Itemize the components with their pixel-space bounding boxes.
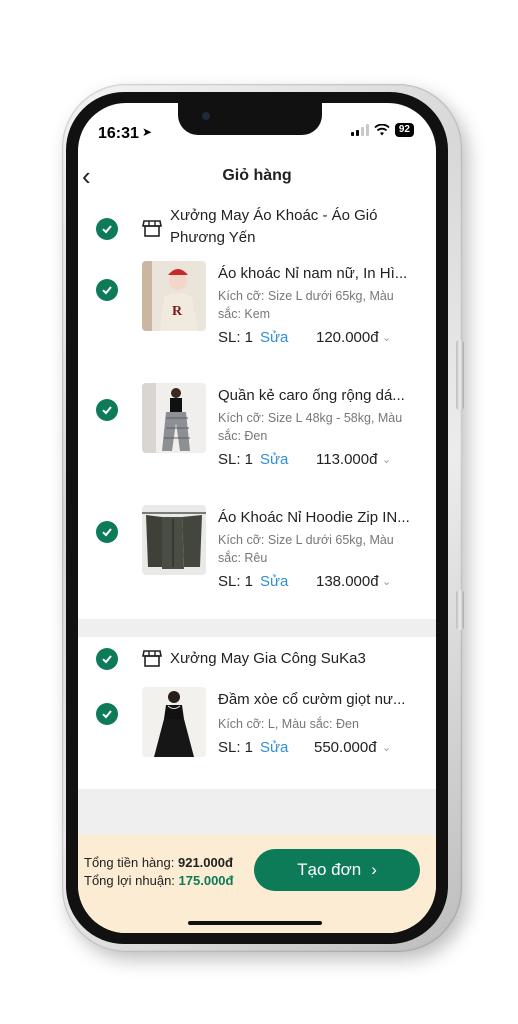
profit-line: Tổng lợi nhuận: 175.000đ: [84, 873, 233, 888]
product-name[interactable]: Áo khoác Nỉ nam nữ, In Hì...: [218, 265, 414, 282]
shop-icon: [142, 650, 162, 667]
status-indicators: 92: [350, 123, 414, 137]
product-attributes: Kích cỡ: Size L 48kg - 58kg, Màu sắc: Đe…: [218, 411, 403, 443]
product-attributes: Kích cỡ: Size L dưới 65kg, Màu sắc: Kem: [218, 289, 394, 321]
product-quantity: SL: 1: [218, 573, 254, 590]
product-name[interactable]: Áo Khoác Nỉ Hoodie Zip IN...: [218, 509, 414, 526]
total-line: Tổng tiền hàng: 921.000đ: [84, 855, 233, 870]
product-price[interactable]: 550.000đ: [314, 739, 377, 756]
notch: [178, 103, 322, 135]
shop-name[interactable]: Xưởng May Gia Công SuKa3: [170, 648, 400, 670]
product-image[interactable]: [142, 505, 206, 575]
signal-icon: [350, 124, 369, 136]
product-name[interactable]: Đầm xòe cổ cườm giọt nư...: [218, 691, 414, 708]
chevron-down-icon[interactable]: ⌄: [382, 741, 391, 754]
chevron-down-icon[interactable]: ⌄: [382, 575, 391, 588]
product-attributes: Kích cỡ: L, Màu sắc: Đen: [218, 717, 359, 731]
product-image[interactable]: [142, 383, 206, 453]
product-attributes: Kích cỡ: Size L dưới 65kg, Màu sắc: Rêu: [218, 533, 394, 565]
app-screen: 16:31 ➤ 92 ‹ Giỏ hàng Xưởng May Áo Khoác…: [78, 103, 436, 933]
item-check-icon[interactable]: [96, 399, 118, 421]
shop-check-icon[interactable]: [96, 218, 118, 240]
chevron-right-icon: ›: [371, 860, 377, 879]
home-indicator[interactable]: [188, 921, 322, 925]
checkout-bar: Tổng tiền hàng: 921.000đ Tổng lợi nhuận:…: [78, 835, 436, 933]
product-price[interactable]: 138.000đ: [316, 573, 379, 590]
edit-link[interactable]: Sửa: [260, 739, 288, 756]
edit-link[interactable]: Sửa: [260, 573, 288, 590]
chevron-down-icon[interactable]: ⌄: [382, 331, 391, 344]
item-check-icon[interactable]: [96, 279, 118, 301]
product-quantity: SL: 1: [218, 739, 254, 756]
edit-link[interactable]: Sửa: [260, 451, 288, 468]
product-quantity: SL: 1: [218, 329, 254, 346]
battery-indicator: 92: [394, 123, 414, 137]
shop-icon: [142, 220, 162, 237]
create-order-label: Tạo đơn: [297, 860, 362, 879]
page-title: Giỏ hàng: [222, 167, 292, 184]
shop-check-icon[interactable]: [96, 648, 118, 670]
status-time: 16:31: [98, 125, 139, 142]
svg-text:R: R: [172, 304, 183, 319]
chevron-down-icon[interactable]: ⌄: [382, 453, 391, 466]
product-price[interactable]: 120.000đ: [316, 329, 379, 346]
item-check-icon[interactable]: [96, 703, 118, 725]
product-image[interactable]: R: [142, 261, 206, 331]
camera-icon: [202, 112, 210, 120]
wifi-icon: [374, 124, 390, 136]
total-label: Tổng tiền hàng:: [84, 855, 175, 870]
empty-area: [78, 789, 436, 835]
edit-link[interactable]: Sửa: [260, 329, 288, 346]
profit-label: Tổng lợi nhuận:: [84, 873, 175, 888]
product-quantity: SL: 1: [218, 451, 254, 468]
phone-side-button: [456, 590, 464, 630]
product-price[interactable]: 113.000đ: [316, 451, 377, 468]
create-order-button[interactable]: Tạo đơn ›: [254, 849, 420, 891]
product-name[interactable]: Quần kẻ caro ống rộng dá...: [218, 387, 414, 404]
shop-name[interactable]: Xưởng May Áo Khoác - Áo Gió Phương Yến: [170, 205, 400, 249]
profit-value: 175.000đ: [178, 873, 234, 888]
phone-side-button: [456, 340, 464, 410]
location-arrow-icon: ➤: [142, 125, 153, 139]
total-value: 921.000đ: [177, 855, 233, 870]
product-image[interactable]: [142, 687, 206, 757]
item-check-icon[interactable]: [96, 521, 118, 543]
section-divider: [78, 619, 436, 637]
app-header: ‹ Giỏ hàng: [78, 159, 436, 195]
